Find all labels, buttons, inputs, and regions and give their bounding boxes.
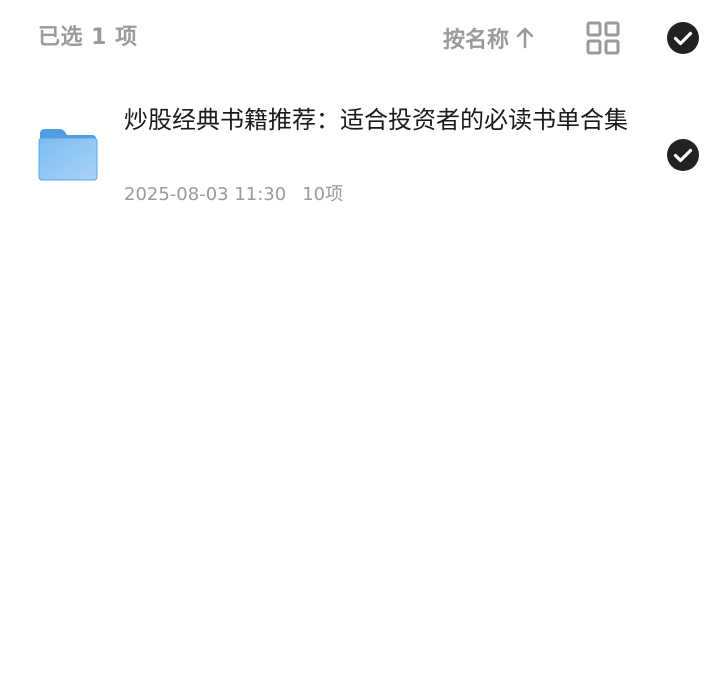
sort-label: 按名称 [443,28,510,53]
file-date: 2025-08-03 11:30 [124,184,287,205]
sort-by-name-button[interactable]: 按名称 [443,22,535,54]
arrow-up-icon [515,26,535,50]
selected-count-label: 已选 1 项 [38,25,138,50]
folder-icon [38,128,98,182]
file-item-count: 10项 [302,184,344,205]
file-meta: 2025-08-03 11:30 10项 [124,182,343,208]
selection-toolbar: 已选 1 项 按名称 [0,0,714,78]
file-list-item[interactable]: 炒股经典书籍推荐：适合投资者的必读书单合集 2025-08-03 11:30 10… [0,90,714,220]
file-name: 炒股经典书籍推荐：适合投资者的必读书单合集 [124,106,628,134]
row-check-icon[interactable] [667,139,699,171]
grid-view-icon[interactable] [586,21,620,55]
select-all-check-icon[interactable] [667,22,699,54]
